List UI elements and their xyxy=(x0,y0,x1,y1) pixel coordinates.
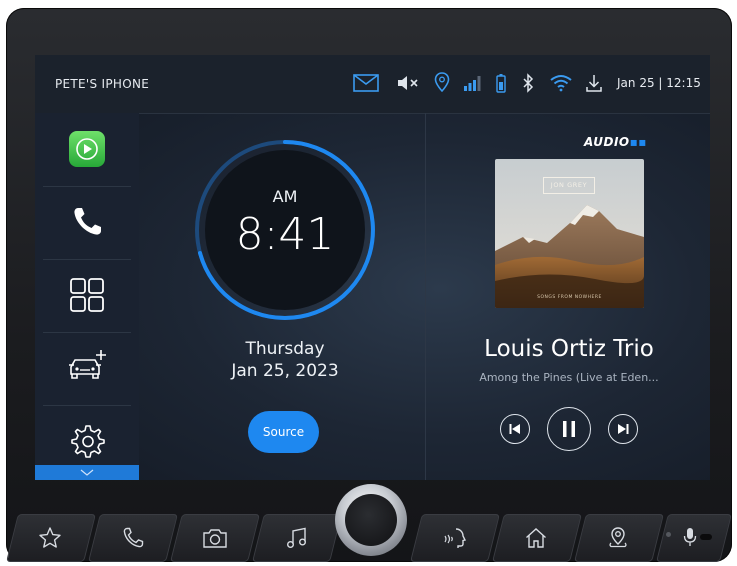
gear-icon xyxy=(71,425,105,458)
signal-icon xyxy=(463,74,481,96)
bluetooth-icon[interactable] xyxy=(522,73,534,97)
home-icon xyxy=(526,528,546,548)
sidebar-item-vehicle[interactable] xyxy=(43,332,131,406)
sidebar-item-carplay[interactable] xyxy=(43,113,131,187)
sidebar-item-phone[interactable] xyxy=(43,186,131,260)
clock-date: Jan 25, 2023 xyxy=(231,361,339,381)
album-subtitle: SONGS FROM NOWHERE xyxy=(537,295,602,300)
next-icon xyxy=(618,424,629,434)
status-datetime: Jan 25 | 12:15 xyxy=(617,76,701,90)
previous-icon xyxy=(509,424,520,434)
mute-icon[interactable] xyxy=(396,74,420,96)
status-bar: PETE'S IPHONE Jan 25 | 12:15 xyxy=(35,55,710,114)
download-icon[interactable] xyxy=(585,73,603,97)
indicator-dot-icon xyxy=(666,532,671,537)
location-pin-icon[interactable] xyxy=(434,72,450,96)
camera-icon xyxy=(203,529,227,548)
navigation-icon xyxy=(609,527,627,548)
panel-divider xyxy=(425,113,426,480)
display-screen: PETE'S IPHONE Jan 25 | 12:15 AM 8:41 Thu… xyxy=(35,55,710,480)
pause-icon xyxy=(563,421,575,437)
mic-slot-icon xyxy=(700,534,712,540)
clock-day: Thursday xyxy=(245,339,325,359)
clock-time: 8:41 xyxy=(235,209,335,260)
phone-icon xyxy=(123,527,144,548)
sidebar-more[interactable] xyxy=(35,465,139,480)
voice-icon xyxy=(444,528,467,548)
audio-logo-text: AUDIO xyxy=(584,135,630,149)
sidebar-item-apps[interactable] xyxy=(43,259,131,333)
album-art[interactable]: JON GREY SONGS FROM NOWHERE xyxy=(495,159,644,308)
now-playing-track: Among the Pines (Live at Eden... xyxy=(479,371,659,384)
album-artist-label: JON GREY xyxy=(543,177,595,194)
audio-logo-mark: ▪▪ xyxy=(629,135,647,149)
volume-knob-center[interactable] xyxy=(345,494,397,546)
wifi-icon[interactable] xyxy=(549,74,573,96)
audio-provider-logo: AUDIO▪▪ xyxy=(584,135,647,149)
mail-icon[interactable] xyxy=(353,74,379,96)
head-unit: PETE'S IPHONE Jan 25 | 12:15 AM 8:41 Thu… xyxy=(6,8,732,562)
apps-grid-icon xyxy=(70,278,104,312)
carplay-icon xyxy=(69,131,105,167)
phone-icon xyxy=(74,208,101,235)
sidebar xyxy=(35,113,139,480)
source-button[interactable]: Source xyxy=(248,411,319,453)
car-add-icon xyxy=(69,350,106,379)
clock-ampm: AM xyxy=(272,187,298,206)
chevron-down-icon xyxy=(80,469,94,476)
now-playing-artist: Louis Ortiz Trio xyxy=(484,336,654,362)
microphone-icon xyxy=(683,528,697,546)
music-icon xyxy=(287,527,306,548)
next-track-button[interactable] xyxy=(608,414,638,444)
connected-phone-name[interactable]: PETE'S IPHONE xyxy=(55,77,149,91)
battery-icon xyxy=(496,73,506,97)
star-icon xyxy=(39,527,61,548)
previous-track-button[interactable] xyxy=(500,414,530,444)
play-pause-button[interactable] xyxy=(547,407,591,451)
